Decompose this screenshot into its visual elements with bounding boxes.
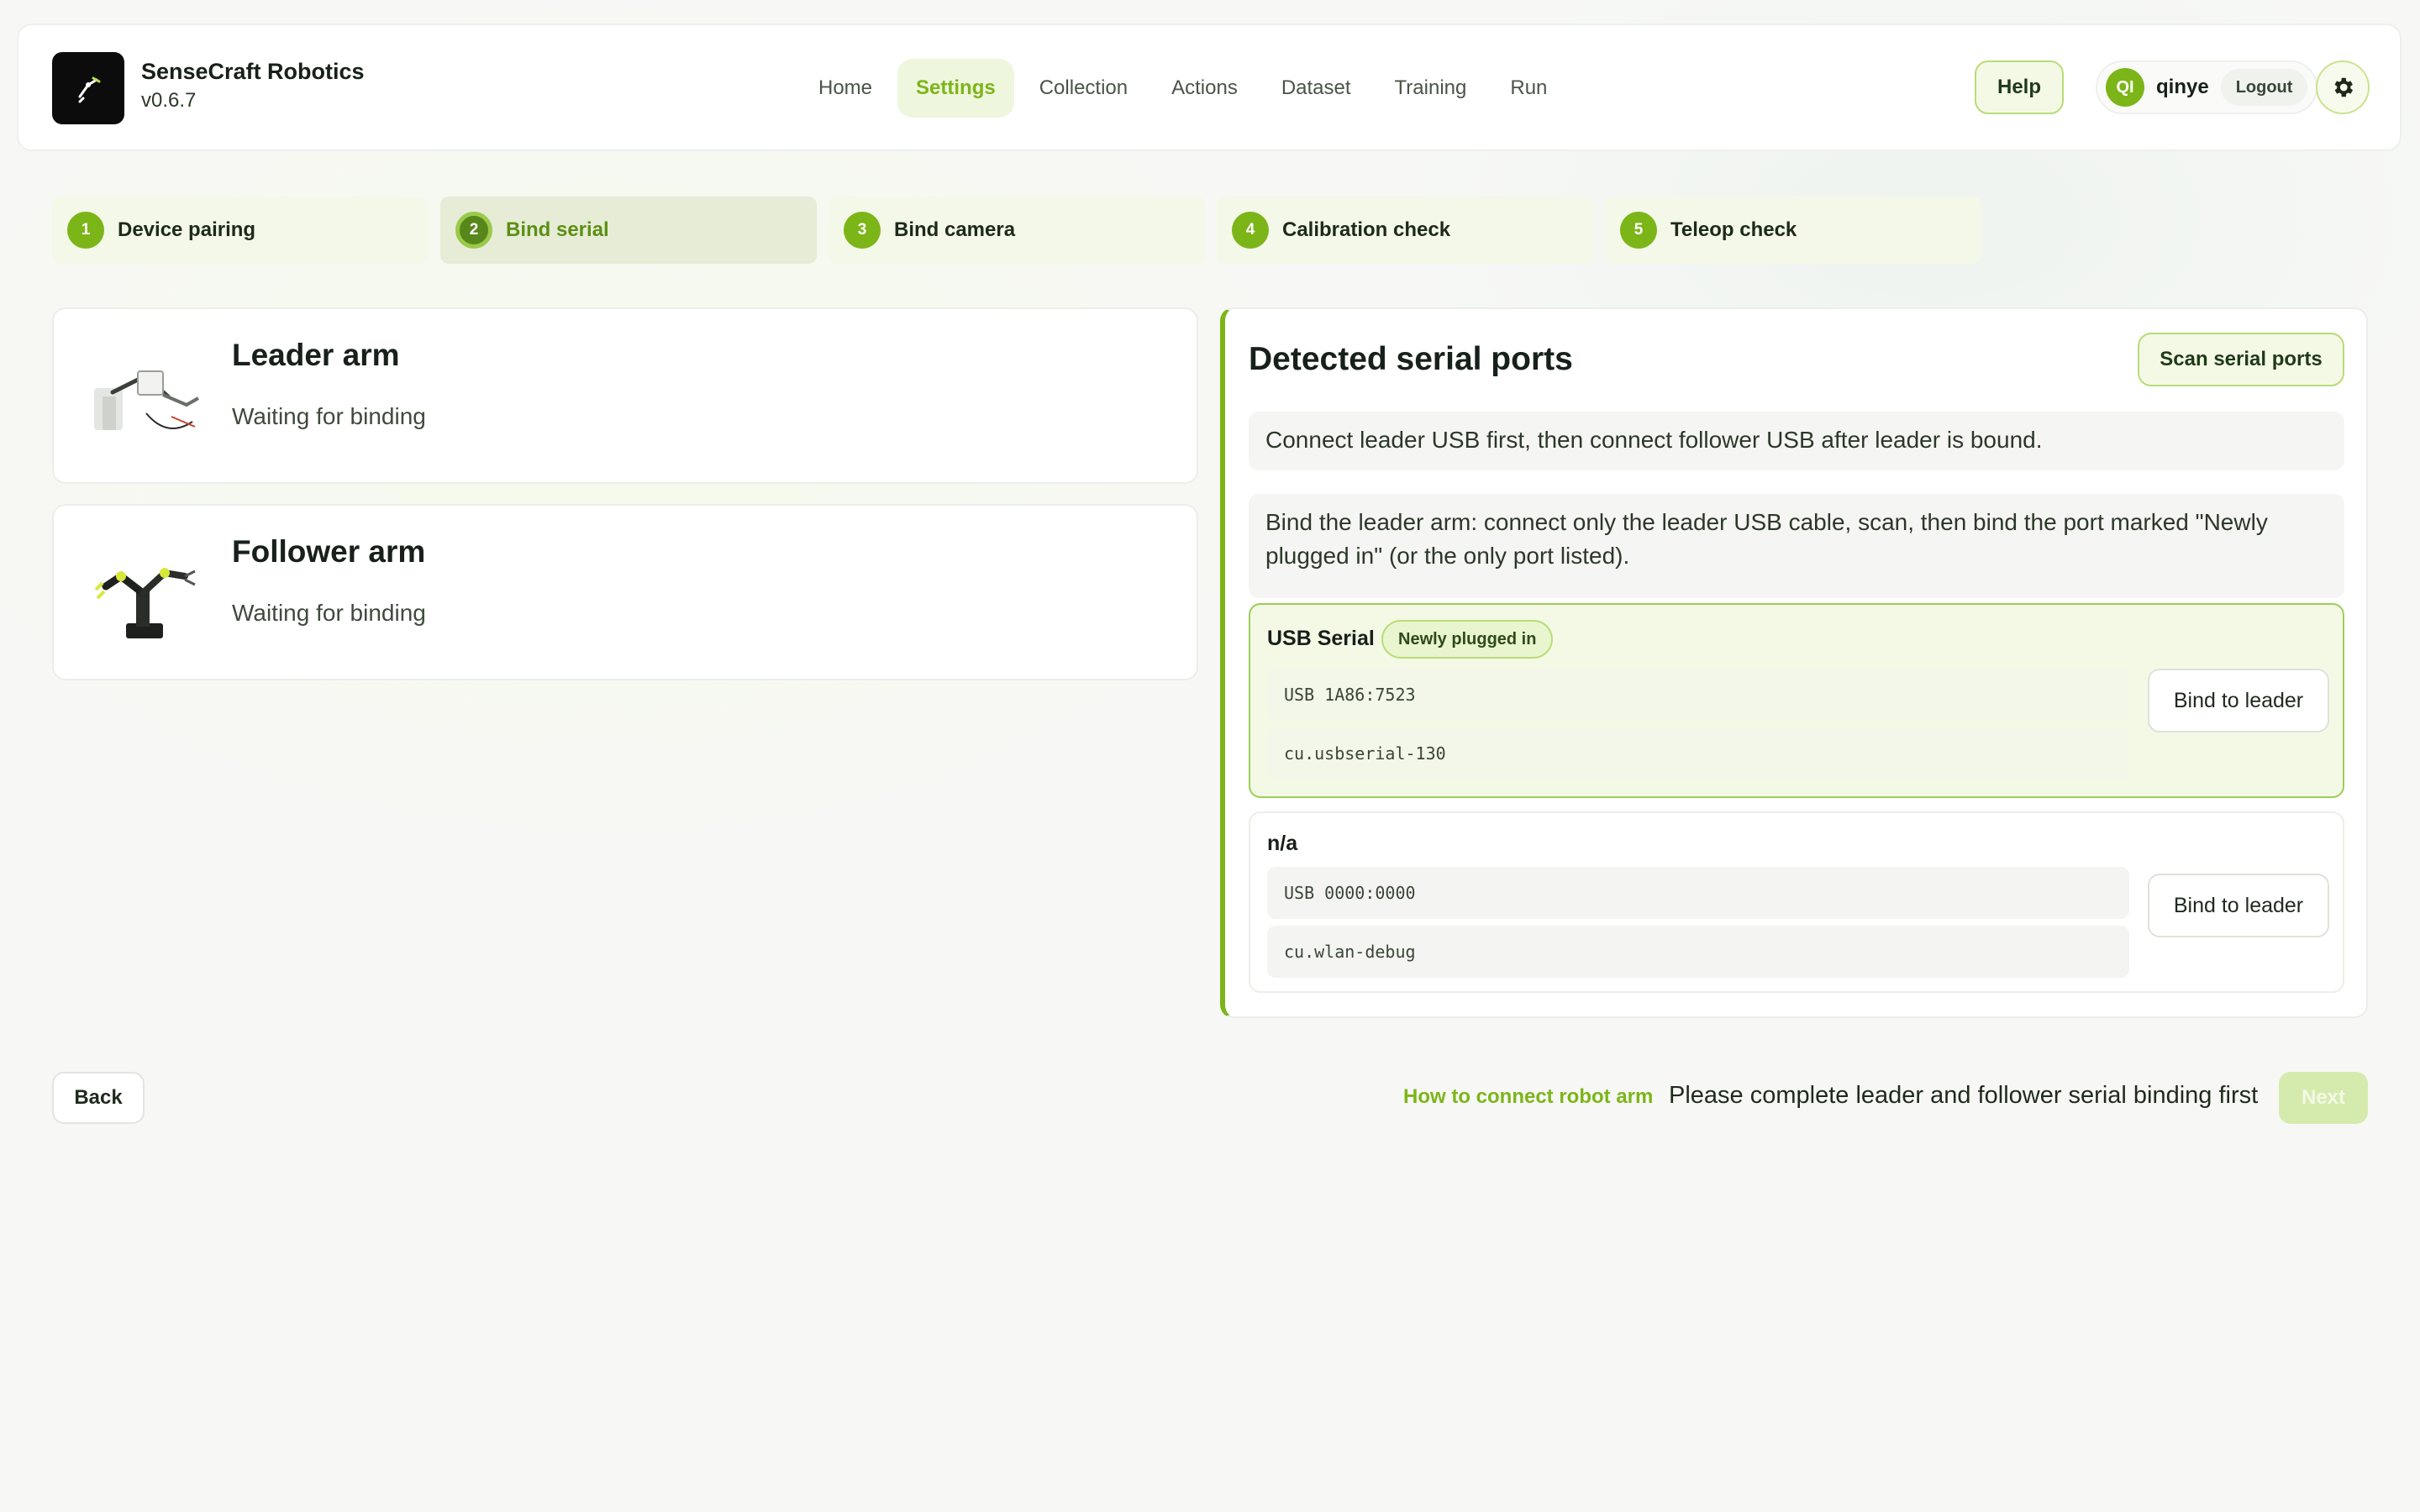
step-number: 2 [455,212,492,249]
main-nav: Home Settings Collection Actions Dataset… [800,59,1565,118]
step-teleop-check[interactable]: 5 Teleop check [1605,197,1981,264]
step-label: Bind camera [894,218,1016,241]
setup-stepper: 1 Device pairing 2 Bind serial 3 Bind ca… [52,197,1981,264]
nav-training[interactable]: Training [1376,59,1486,118]
step-label: Teleop check [1670,218,1797,241]
help-button[interactable]: Help [1975,60,2064,114]
step-bind-serial[interactable]: 2 Bind serial [440,197,817,264]
binding-required-message: Please complete leader and follower seri… [1669,1082,2259,1109]
port-usb-id: USB 0000:0000 [1267,867,2129,919]
step-device-pairing[interactable]: 1 Device pairing [52,197,429,264]
nav-actions[interactable]: Actions [1153,59,1256,118]
connection-hint: Connect leader USB first, then connect f… [1249,412,2344,470]
robot-logo-icon [78,76,101,103]
settings-button[interactable] [2316,60,2370,114]
next-button[interactable]: Next [2279,1072,2368,1124]
step-bind-camera[interactable]: 3 Bind camera [829,197,1205,264]
avatar[interactable]: QI [2106,68,2144,107]
step-calibration-check[interactable]: 4 Calibration check [1217,197,1593,264]
leader-arm-card: Leader arm Waiting for binding [52,307,1198,484]
serial-port-item: n/a USB 0000:0000 cu.wlan-debug Bind to … [1249,811,2344,993]
step-number: 4 [1232,212,1269,249]
arm-status: Waiting for binding [232,600,426,626]
logout-button[interactable]: Logout [2220,69,2308,106]
arm-title: Follower arm [232,534,426,569]
serial-port-item: USB Serial Newly plugged in USB 1A86:752… [1249,603,2344,798]
bind-to-leader-button[interactable]: Bind to leader [2148,669,2329,732]
arm-title: Leader arm [232,338,400,372]
step-label: Bind serial [506,218,609,241]
follower-arm-card: Follower arm Waiting for binding [52,504,1198,680]
nav-run[interactable]: Run [1491,59,1565,118]
port-device-path: cu.wlan-debug [1267,926,2129,978]
nav-home[interactable]: Home [800,59,891,118]
leader-arm-image [94,370,199,430]
bind-leader-instructions: Bind the leader arm: connect only the le… [1249,494,2344,598]
gear-icon [2334,77,2353,97]
nav-settings[interactable]: Settings [897,59,1014,118]
step-number: 3 [844,212,881,249]
nav-dataset[interactable]: Dataset [1263,59,1370,118]
port-usb-id: USB 1A86:7523 [1267,669,2129,721]
bind-to-leader-button[interactable]: Bind to leader [2148,874,2329,937]
user-menu: QI qinye Logout [2096,60,2317,114]
step-label: Device pairing [118,218,256,241]
app-logo[interactable] [52,52,124,124]
arm-status: Waiting for binding [232,403,426,429]
step-number: 1 [67,212,104,249]
step-label: Calibration check [1282,218,1451,241]
nav-collection[interactable]: Collection [1021,59,1146,118]
how-to-connect-link[interactable]: How to connect robot arm [1403,1085,1653,1109]
scan-serial-ports-button[interactable]: Scan serial ports [2138,333,2344,386]
app-root: SenseCraft Robotics v0.6.7 Home Settings… [0,0,2420,1512]
panel-title: Detected serial ports [1249,341,1573,377]
step-number: 5 [1620,212,1657,249]
port-device-path: cu.usbserial-130 [1267,727,2129,780]
serial-ports-panel: Detected serial ports Scan serial ports … [1220,307,2368,1018]
app-version: v0.6.7 [141,89,197,112]
app-name: SenseCraft Robotics [141,59,365,84]
user-name: qinye [2156,76,2209,98]
newly-plugged-badge: Newly plugged in [1381,620,1554,659]
follower-arm-image [94,568,196,638]
port-name: n/a [1267,832,1298,855]
back-button[interactable]: Back [52,1072,145,1124]
top-header: SenseCraft Robotics v0.6.7 Home Settings… [17,24,2402,151]
port-name: USB Serial [1267,627,1375,650]
